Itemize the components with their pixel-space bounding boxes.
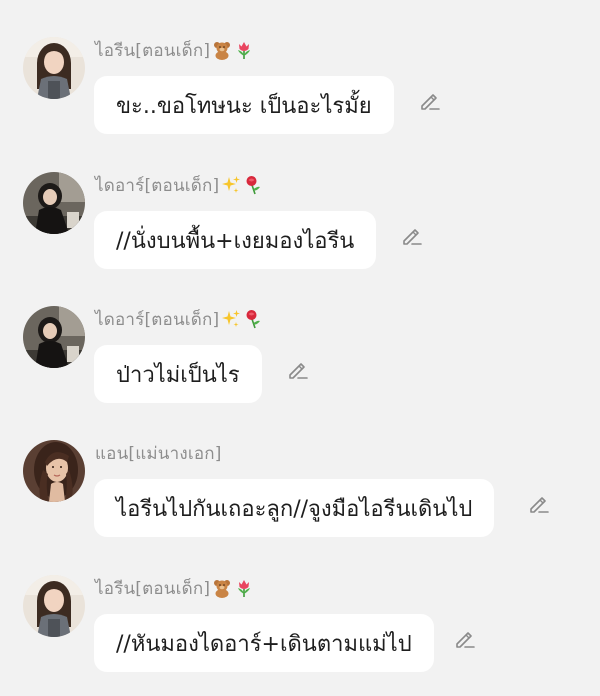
- sender-name: ไอรีน[ตอนเด็ก]: [95, 578, 211, 599]
- message-bubble[interactable]: ไอรีนไปกันเถอะลูก//จูงมือไอรีนเดินไป: [94, 479, 495, 537]
- avatar-irene-child[interactable]: [23, 37, 85, 99]
- sparkles-icon: [221, 309, 241, 329]
- tulip-icon: [234, 40, 254, 60]
- avatar-irene-child[interactable]: [23, 575, 85, 637]
- edit-pencil-icon[interactable]: [418, 89, 442, 113]
- message-bubble[interactable]: //นั่งบนพื้น+เงยมองไอรีน: [94, 211, 377, 269]
- sender-name: ไดอาร์[ตอนเด็ก]: [95, 175, 220, 196]
- sender-name-line: ไอรีน[ตอนเด็ก]: [95, 575, 254, 601]
- rose-icon: [243, 175, 263, 195]
- sender-name: แอน[แม่นางเอก]: [95, 443, 222, 464]
- message-row: ไอรีน[ตอนเด็ก]: [0, 575, 600, 685]
- message-text: ขะ..ขอโทษนะ เป็นอะไรมั้ย: [116, 93, 372, 119]
- message-text: ป่าวไม่เป็นไร: [116, 362, 240, 388]
- edit-pencil-icon[interactable]: [453, 627, 477, 651]
- avatar-diar-child[interactable]: [23, 306, 85, 368]
- sparkles-icon: [221, 175, 241, 195]
- edit-pencil-icon[interactable]: [400, 224, 424, 248]
- message-text: //หันมองไดอาร์+เดินตามแม่ไป: [116, 631, 412, 657]
- message-text: ไอรีนไปกันเถอะลูก//จูงมือไอรีนเดินไป: [116, 496, 473, 522]
- message-row: ไอรีน[ตอนเด็ก]: [0, 37, 600, 147]
- teddy-bear-icon: [212, 40, 232, 60]
- sender-name: ไอรีน[ตอนเด็ก]: [95, 40, 211, 61]
- message-row: ไดอาร์[ตอนเด็ก] //นั่งบนพื้น+เงยมองไอรีน: [0, 172, 600, 282]
- avatar-ann-mother[interactable]: [23, 440, 85, 502]
- message-row: แอน[แม่นางเอก] ไอรีนไปกันเถอะลูก//จูงมือ…: [0, 440, 600, 550]
- sender-name-line: ไดอาร์[ตอนเด็ก]: [95, 172, 263, 198]
- sender-name-line: ไอรีน[ตอนเด็ก]: [95, 37, 254, 63]
- avatar-diar-child[interactable]: [23, 172, 85, 234]
- message-bubble[interactable]: //หันมองไดอาร์+เดินตามแม่ไป: [94, 614, 434, 672]
- message-bubble[interactable]: ขะ..ขอโทษนะ เป็นอะไรมั้ย: [94, 76, 394, 134]
- edit-pencil-icon[interactable]: [286, 358, 310, 382]
- edit-pencil-icon[interactable]: [527, 492, 551, 516]
- chat-screen: ไอรีน[ตอนเด็ก] ขะ..ขอโทษนะ เป็นอะไรมั้ย …: [0, 0, 600, 696]
- sender-name-line: แอน[แม่นางเอก]: [95, 440, 222, 466]
- message-bubble[interactable]: ป่าวไม่เป็นไร: [94, 345, 262, 403]
- tulip-icon: [234, 578, 254, 598]
- sender-name-line: ไดอาร์[ตอนเด็ก]: [95, 306, 263, 332]
- sender-name: ไดอาร์[ตอนเด็ก]: [95, 309, 220, 330]
- message-text: //นั่งบนพื้น+เงยมองไอรีน: [116, 228, 355, 254]
- teddy-bear-icon: [212, 578, 232, 598]
- rose-icon: [243, 309, 263, 329]
- message-row: ไดอาร์[ตอนเด็ก] ป่าวไม่เป็นไร: [0, 306, 600, 416]
